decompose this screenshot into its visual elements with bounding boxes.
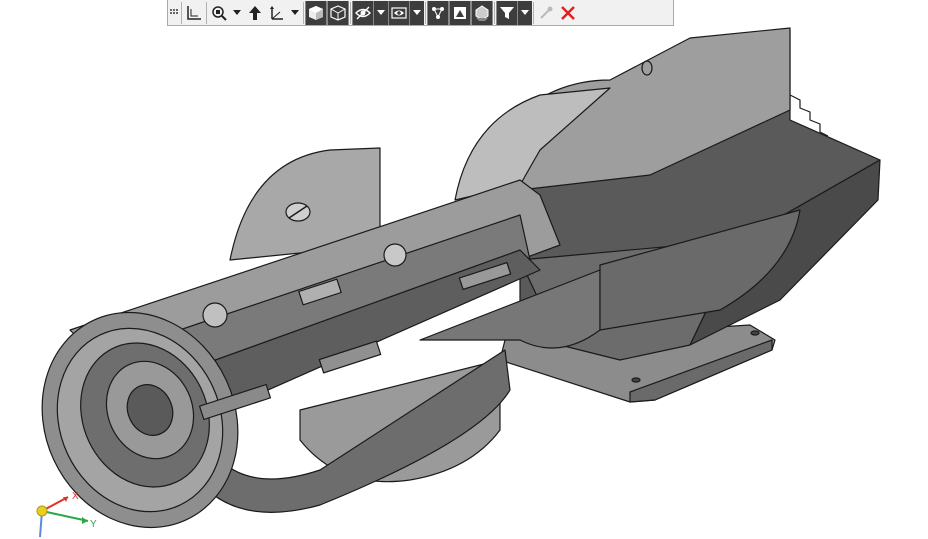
reference-triad: X Y [36, 491, 97, 537]
filter-icon [500, 6, 514, 19]
toolbar-separator [206, 1, 207, 24]
previous-view-icon [249, 5, 261, 20]
eye-hide-icon [355, 6, 371, 19]
toolbar-separator [181, 1, 182, 24]
y-axis-label: Y [90, 519, 97, 530]
filter-button[interactable] [496, 0, 518, 25]
zoom-area-icon [212, 5, 227, 21]
grip-icon[interactable] [168, 1, 180, 25]
zoom-to-area-button[interactable] [208, 1, 230, 25]
view-settings-button[interactable] [449, 0, 471, 25]
close-icon [561, 5, 575, 20]
edit-appearance-button[interactable] [388, 0, 410, 25]
hide-show-items-button[interactable] [352, 0, 374, 25]
toolbar-separator [350, 1, 351, 24]
chevron-down-icon[interactable] [410, 0, 424, 25]
close-button[interactable] [557, 1, 579, 25]
graphics-viewport[interactable] [0, 0, 928, 539]
cad-model[interactable] [7, 27, 881, 539]
mount-hole-1 [631, 377, 641, 383]
chevron-down-icon[interactable] [288, 1, 302, 25]
wireframe-cube-icon [330, 4, 346, 21]
heads-up-view-toolbar [167, 0, 674, 26]
apply-scene-button[interactable] [427, 0, 449, 25]
display-style-shaded-button[interactable] [305, 0, 327, 25]
toolbar-separator [425, 1, 426, 24]
origin-ball [36, 505, 48, 517]
view-orientation-button[interactable] [183, 1, 205, 25]
bearing-ball-1 [383, 243, 407, 267]
y-axis-arrow [82, 517, 88, 524]
view-orientation-icon [187, 5, 201, 20]
section-view-icon [270, 5, 283, 20]
shadows-button[interactable] [471, 0, 493, 25]
toolbar-separator [494, 1, 495, 24]
previous-view-button[interactable] [244, 1, 266, 25]
chevron-down-icon[interactable] [518, 0, 532, 25]
display-style-wireframe-button[interactable] [327, 0, 349, 25]
section-view-button[interactable] [266, 1, 288, 25]
x-axis-label: X [72, 491, 79, 502]
y-axis-line [41, 510, 89, 522]
toolbar-separator [533, 1, 534, 24]
mount-hole-2 [750, 330, 760, 336]
appearance-icon [391, 6, 407, 19]
toolbar-separator [303, 1, 304, 24]
eyedropper-icon [540, 6, 553, 19]
shadows-icon [475, 4, 489, 21]
shaded-cube-icon [309, 5, 323, 20]
scene-icon [432, 6, 444, 19]
view-settings-icon [454, 6, 466, 19]
chevron-down-icon[interactable] [374, 0, 388, 25]
eyedropper-button[interactable] [535, 1, 557, 25]
bearing-ball-2 [202, 302, 228, 328]
chevron-down-icon[interactable] [230, 1, 244, 25]
